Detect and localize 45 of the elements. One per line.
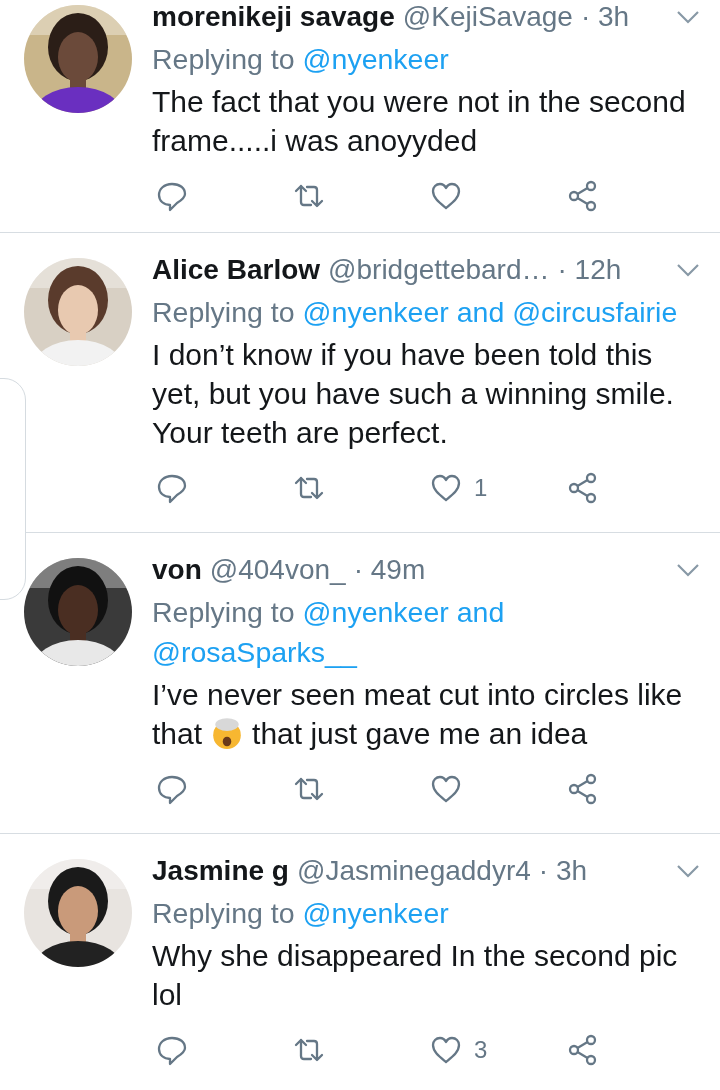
share-icon[interactable]	[567, 1034, 599, 1066]
heart-icon[interactable]	[430, 773, 462, 805]
share-icon[interactable]	[567, 472, 599, 504]
tweet-text: that	[152, 716, 203, 752]
tweet-text: I’ve never seen meat cut into circles like	[152, 677, 683, 713]
timestamp: · 3h	[580, 2, 630, 32]
heart-icon[interactable]	[430, 1034, 462, 1066]
replying-to-label: Replying to	[152, 42, 295, 77]
chevron-down-icon[interactable]	[676, 563, 700, 577]
reply-icon[interactable]	[156, 1034, 188, 1066]
timestamp: · 49m	[353, 555, 426, 585]
chevron-down-icon[interactable]	[676, 263, 700, 277]
heart-icon[interactable]	[430, 180, 462, 212]
user-handle: @KejiSavage	[402, 2, 573, 32]
tweet-text: Why she disappeared In the second pic lol	[152, 938, 679, 1013]
timestamp: · 12h	[557, 255, 622, 285]
user-name[interactable]: Jasmine g	[152, 856, 289, 886]
like-count: 3	[474, 1036, 488, 1064]
heart-icon[interactable]	[430, 472, 462, 504]
reply-icon[interactable]	[156, 180, 188, 212]
replying-to-label: Replying to	[152, 295, 295, 330]
tweet-text: that just gave me an idea	[252, 716, 588, 752]
reply-icon[interactable]	[156, 472, 188, 504]
timestamp: · 3h	[538, 856, 588, 886]
user-name[interactable]: von	[152, 555, 202, 585]
tweet-text: I don’t know if you have been told this yet, but you have such a winning smile. Your teeth are perfect.	[152, 337, 675, 451]
chevron-down-icon[interactable]	[676, 864, 700, 878]
share-icon[interactable]	[567, 180, 599, 212]
user-name[interactable]: Alice Barlow	[152, 255, 321, 285]
user-handle: @bridgettebard…	[328, 255, 550, 285]
mention-link[interactable]: @nyenkeer	[302, 893, 449, 933]
replying-to-label: Replying to	[152, 896, 295, 931]
mention-link[interactable]: @nyenkeer and @circusfairie	[302, 292, 678, 332]
like-count: 1	[474, 474, 488, 502]
tweet-text: The fact that you were not in the second frame.....i was anoyyded	[152, 84, 687, 159]
user-name[interactable]: morenikeji savage	[152, 2, 395, 32]
mention-link[interactable]: @rosaSparks__	[152, 632, 357, 672]
share-icon[interactable]	[567, 773, 599, 805]
mention-link[interactable]: @nyenkeer and	[302, 592, 505, 632]
reply-icon[interactable]	[156, 773, 188, 805]
replying-to-label: Replying to	[152, 595, 295, 630]
mention-link[interactable]: @nyenkeer	[302, 39, 449, 79]
chevron-down-icon[interactable]	[676, 10, 700, 24]
user-handle: @404von_	[209, 555, 346, 585]
user-handle: @Jasminegaddyr4	[296, 856, 531, 886]
